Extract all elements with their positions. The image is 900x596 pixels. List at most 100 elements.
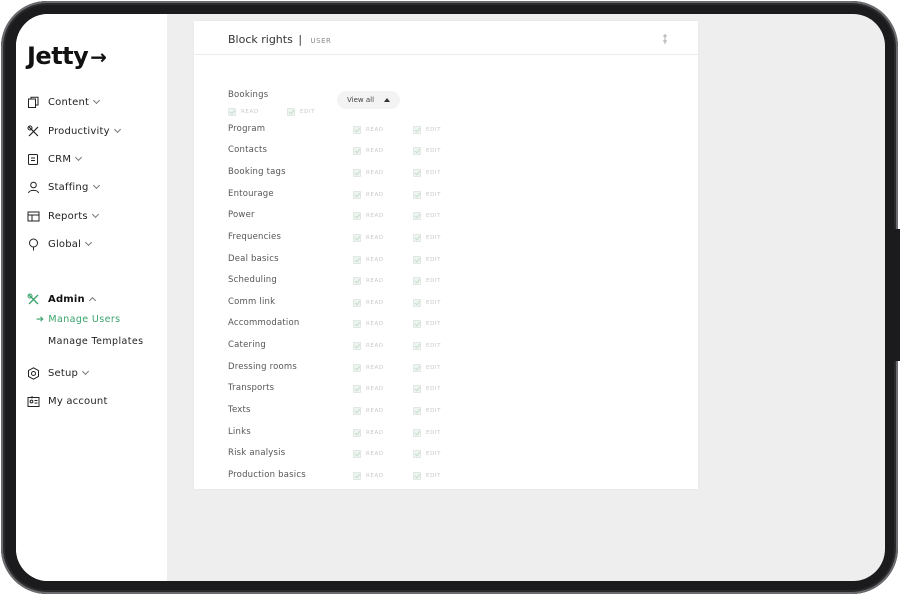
read-checkbox[interactable] [353,320,361,328]
read-permission[interactable]: READ [353,429,384,437]
read-checkbox[interactable] [353,191,361,199]
read-checkbox[interactable] [353,147,361,155]
sidebar-item-admin[interactable]: Admin [27,291,96,307]
read-label: READ [366,278,384,284]
read-permission[interactable]: READ [353,169,384,177]
edit-checkbox[interactable] [287,108,295,116]
edit-label: EDIT [426,451,442,457]
read-checkbox[interactable] [353,407,361,415]
edit-permission[interactable]: EDIT [413,126,441,134]
read-checkbox[interactable] [353,364,361,372]
read-permission[interactable]: READ [353,385,384,393]
read-checkbox[interactable] [353,126,361,134]
sidebar-item-crm[interactable]: CRM [27,151,83,167]
read-permission[interactable]: READ [353,472,384,480]
edit-checkbox[interactable] [413,364,421,372]
rights-row-frequencies: Frequencies READ EDIT [228,232,488,246]
read-permission[interactable]: READ [353,450,384,458]
edit-permission[interactable]: EDIT [413,364,441,372]
edit-label: EDIT [426,386,442,392]
edit-checkbox[interactable] [413,234,421,242]
read-permission[interactable]: READ [353,320,384,328]
sidebar-item-staffing[interactable]: Staffing [27,179,100,195]
edit-checkbox[interactable] [413,342,421,350]
read-permission[interactable]: READ [353,342,384,350]
read-permission[interactable]: READ [353,212,384,220]
row-label: Accommodation [228,318,300,328]
read-checkbox[interactable] [353,256,361,264]
edit-permission[interactable]: EDIT [413,212,441,220]
app-logo[interactable]: Jetty → [27,42,107,70]
read-checkbox[interactable] [353,277,361,285]
edit-permission[interactable]: EDIT [413,450,441,458]
edit-checkbox[interactable] [413,450,421,458]
edit-checkbox[interactable] [413,126,421,134]
edit-checkbox[interactable] [413,320,421,328]
read-checkbox[interactable] [353,299,361,307]
edit-checkbox[interactable] [413,256,421,264]
edit-checkbox[interactable] [413,299,421,307]
sidebar-subitem-manage-templates[interactable]: Manage Templates [48,336,143,347]
sidebar-item-global[interactable]: Global [27,236,93,252]
read-checkbox[interactable] [353,169,361,177]
edit-permission[interactable]: EDIT [413,256,441,264]
block-rights-card: Block rights | USER View all Bookings RE… [194,21,698,489]
edit-permission[interactable]: EDIT [413,277,441,285]
edit-permission[interactable]: EDIT [413,147,441,155]
edit-checkbox[interactable] [413,277,421,285]
edit-label: EDIT [426,127,442,133]
row-label: Risk analysis [228,448,286,458]
read-permission[interactable]: READ [353,147,384,155]
read-label: READ [366,386,384,392]
edit-checkbox[interactable] [413,212,421,220]
read-checkbox[interactable] [353,429,361,437]
read-permission[interactable]: READ [228,108,259,116]
edit-checkbox[interactable] [413,191,421,199]
edit-permission[interactable]: EDIT [413,234,441,242]
edit-permission[interactable]: EDIT [413,342,441,350]
edit-checkbox[interactable] [413,169,421,177]
edit-permission[interactable]: EDIT [413,299,441,307]
edit-permission[interactable]: EDIT [413,472,441,480]
read-label: READ [241,109,259,115]
edit-checkbox[interactable] [413,407,421,415]
edit-label: EDIT [426,430,442,436]
read-checkbox[interactable] [353,385,361,393]
edit-checkbox[interactable] [413,429,421,437]
edit-permission[interactable]: EDIT [287,108,315,116]
sidebar-item-my-account[interactable]: My account [27,393,108,409]
sidebar-item-productivity[interactable]: Productivity [27,123,121,139]
read-label: READ [366,213,384,219]
read-permission[interactable]: READ [353,364,384,372]
sidebar-item-content[interactable]: Content [27,94,101,110]
edit-checkbox[interactable] [413,385,421,393]
edit-permission[interactable]: EDIT [413,169,441,177]
read-checkbox[interactable] [353,212,361,220]
edit-checkbox[interactable] [413,472,421,480]
row-label: Frequencies [228,232,282,242]
read-permission[interactable]: READ [353,407,384,415]
edit-permission[interactable]: EDIT [413,407,441,415]
read-permission[interactable]: READ [353,234,384,242]
logo-arrow-icon: → [90,45,107,69]
edit-checkbox[interactable] [413,147,421,155]
edit-permission[interactable]: EDIT [413,320,441,328]
read-checkbox[interactable] [353,450,361,458]
pin-icon[interactable] [659,33,671,45]
edit-permission[interactable]: EDIT [413,429,441,437]
read-checkbox[interactable] [228,108,236,116]
sidebar-item-label: CRM [48,153,72,165]
sidebar-item-setup[interactable]: Setup [27,365,90,381]
read-permission[interactable]: READ [353,191,384,199]
read-permission[interactable]: READ [353,126,384,134]
read-permission[interactable]: READ [353,256,384,264]
read-checkbox[interactable] [353,472,361,480]
read-checkbox[interactable] [353,342,361,350]
read-checkbox[interactable] [353,234,361,242]
read-permission[interactable]: READ [353,299,384,307]
sidebar-subitem-manage-users[interactable]: ➔ Manage Users [36,314,121,325]
edit-permission[interactable]: EDIT [413,385,441,393]
edit-permission[interactable]: EDIT [413,191,441,199]
read-permission[interactable]: READ [353,277,384,285]
sidebar-item-reports[interactable]: Reports [27,208,99,224]
